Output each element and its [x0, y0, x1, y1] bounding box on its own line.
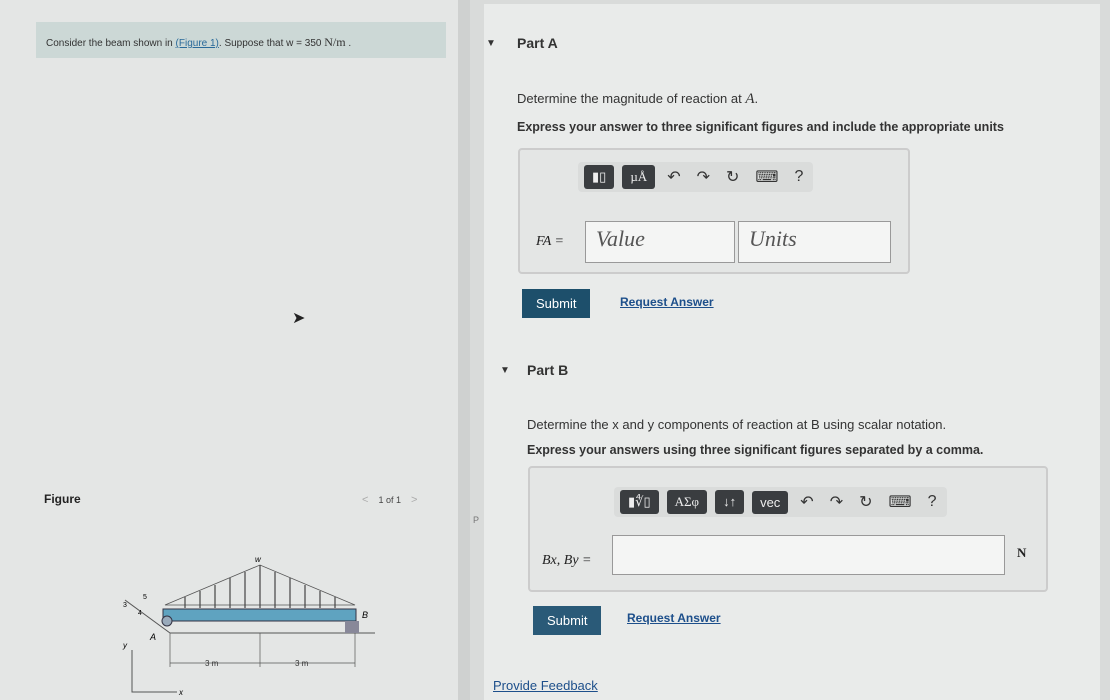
- dimension-1: 3 m: [205, 659, 219, 668]
- part-b-instruction: Express your answers using three signifi…: [527, 443, 984, 457]
- load-label: w: [255, 555, 262, 564]
- slope-hyp: 5: [143, 594, 147, 601]
- problem-text: . Suppose that w = 350: [218, 38, 325, 49]
- arrows-button[interactable]: ↓↑: [715, 490, 745, 514]
- templates-button[interactable]: ▮∜▯: [620, 490, 659, 514]
- units-input[interactable]: Units: [738, 221, 891, 263]
- part-b-title[interactable]: Part B: [527, 362, 568, 378]
- roller-a: [161, 615, 173, 627]
- problem-text: .: [345, 38, 352, 49]
- bx-by-label: Bx, By =: [542, 553, 592, 568]
- redo-icon[interactable]: ↷: [826, 492, 847, 512]
- problem-panel: Consider the beam shown in (Figure 1). S…: [0, 0, 458, 700]
- part-a-request-answer-link[interactable]: Request Answer: [620, 295, 714, 309]
- side-stub: P: [473, 515, 480, 525]
- part-b-submit-button[interactable]: Submit: [533, 606, 602, 635]
- undo-icon[interactable]: ↶: [796, 492, 817, 512]
- load-arrows: [184, 565, 336, 608]
- question-text: .: [754, 91, 759, 106]
- part-a-question: Determine the magnitude of reaction at A…: [517, 91, 758, 108]
- fa-label: FA =: [536, 234, 564, 249]
- keyboard-icon[interactable]: ⌨: [751, 167, 782, 187]
- part-a-title[interactable]: Part A: [517, 35, 558, 51]
- slope-run: 4: [138, 610, 142, 617]
- redo-icon[interactable]: ↷: [693, 167, 714, 187]
- bx-by-input[interactable]: [612, 535, 1005, 575]
- help-icon[interactable]: ?: [791, 168, 808, 186]
- dimension-2: 3 m: [295, 659, 309, 668]
- part-a-toolbar: ▮▯ µÅ ↶ ↷ ↻ ⌨ ?: [578, 162, 814, 192]
- figure-label: Figure: [44, 492, 81, 506]
- reset-icon[interactable]: ↻: [722, 167, 743, 187]
- part-b-question: Determine the x and y components of reac…: [527, 417, 947, 432]
- question-var: A: [745, 91, 755, 107]
- point-a-label: A: [149, 632, 156, 642]
- page-indicator: 1 of 1: [378, 495, 401, 505]
- problem-statement: Consider the beam shown in (Figure 1). S…: [36, 22, 446, 58]
- beam-figure: w A B 3 5 4 3 m 3 m y x: [122, 555, 375, 695]
- unit-label: N: [1017, 545, 1027, 560]
- figure-pager: < 1 of 1 >: [362, 494, 417, 506]
- point-b-label: B: [362, 610, 368, 620]
- unit: N/m: [324, 35, 346, 49]
- slope-rise: 3: [123, 602, 127, 609]
- provide-feedback-link[interactable]: Provide Feedback: [493, 678, 598, 693]
- templates-button[interactable]: ▮▯: [584, 165, 615, 189]
- part-a-instruction: Express your answer to three significant…: [517, 120, 1004, 134]
- problem-text: Consider the beam shown in: [46, 38, 176, 49]
- beam: [162, 608, 357, 622]
- pin-support-b: [345, 621, 359, 633]
- question-text: Determine the magnitude of reaction at: [517, 91, 746, 106]
- answer-panel: [484, 4, 1100, 700]
- collapse-part-b-icon[interactable]: ▼: [500, 365, 510, 376]
- axis-y-label: y: [122, 641, 128, 650]
- collapse-part-a-icon[interactable]: ▼: [486, 38, 496, 49]
- part-a-submit-button[interactable]: Submit: [522, 289, 591, 318]
- part-b-request-answer-link[interactable]: Request Answer: [627, 611, 721, 625]
- mouse-cursor-icon: ➤: [292, 310, 306, 327]
- reset-icon[interactable]: ↻: [855, 492, 876, 512]
- greek-button[interactable]: ΑΣφ: [666, 490, 708, 514]
- units-symbol-button[interactable]: µÅ: [622, 165, 656, 189]
- next-figure-button[interactable]: >: [411, 494, 417, 506]
- figure-link[interactable]: (Figure 1): [176, 38, 219, 49]
- part-b-toolbar: ▮∜▯ ΑΣφ ↓↑ vec ↶ ↷ ↻ ⌨ ?: [614, 487, 947, 517]
- axis-x-label: x: [178, 688, 184, 695]
- value-input[interactable]: Value: [585, 221, 735, 263]
- prev-figure-button[interactable]: <: [362, 494, 368, 506]
- keyboard-icon[interactable]: ⌨: [885, 492, 916, 512]
- help-icon[interactable]: ?: [924, 493, 941, 511]
- vec-button[interactable]: vec: [752, 490, 789, 514]
- panel-divider[interactable]: [458, 0, 470, 700]
- undo-icon[interactable]: ↶: [663, 167, 684, 187]
